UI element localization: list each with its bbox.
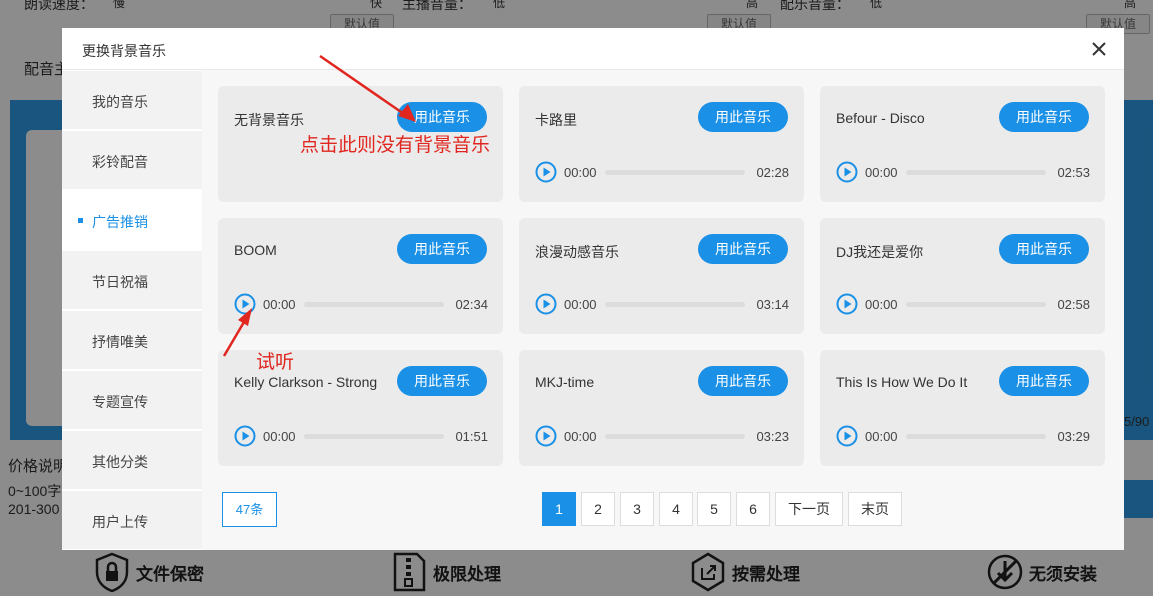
play-icon[interactable] (234, 293, 256, 315)
page-button-6[interactable]: 6 (736, 492, 770, 526)
page-button-4[interactable]: 4 (659, 492, 693, 526)
use-music-button[interactable]: 用此音乐 (397, 234, 487, 264)
sidebar-item-label: 彩铃配音 (92, 154, 148, 170)
track-title: BOOM (234, 242, 277, 258)
progress-bar[interactable] (906, 302, 1046, 307)
current-time: 00:00 (263, 429, 296, 444)
audio-player: 00:00 02:28 (535, 161, 789, 183)
sidebar-item-other[interactable]: 其他分类 (62, 431, 202, 489)
current-time: 00:00 (263, 297, 296, 312)
total-count: 47条 (222, 492, 277, 527)
progress-bar[interactable] (304, 434, 444, 439)
page-button-2[interactable]: 2 (581, 492, 615, 526)
track-title: DJ我还是爱你 (836, 244, 924, 260)
play-icon[interactable] (535, 425, 557, 447)
next-page-button[interactable]: 下一页 (775, 492, 843, 526)
use-music-button[interactable]: 用此音乐 (698, 366, 788, 396)
sidebar-item-label: 专题宣传 (92, 394, 148, 410)
progress-bar[interactable] (605, 434, 745, 439)
duration: 03:14 (756, 297, 789, 312)
play-icon[interactable] (535, 161, 557, 183)
audio-player: 00:00 02:53 (836, 161, 1090, 183)
use-music-button[interactable]: 用此音乐 (698, 102, 788, 132)
music-card: MKJ-time 用此音乐 00:00 03:23 (519, 350, 804, 466)
last-page-button[interactable]: 末页 (848, 492, 902, 526)
sidebar-item-label: 广告推销 (92, 214, 148, 230)
music-card: DJ我还是爱你 用此音乐 00:00 02:58 (820, 218, 1105, 334)
duration: 02:53 (1057, 165, 1090, 180)
active-indicator (78, 218, 83, 223)
duration: 02:34 (455, 297, 488, 312)
sidebar-item-lyrical[interactable]: 抒情唯美 (62, 311, 202, 369)
sidebar-item-label: 抒情唯美 (92, 334, 148, 350)
use-music-button[interactable]: 用此音乐 (999, 366, 1089, 396)
dialog-title: 更换背景音乐 (82, 43, 166, 59)
annotation-preview-note: 试听 (256, 351, 295, 373)
progress-bar[interactable] (906, 434, 1046, 439)
progress-bar[interactable] (605, 302, 745, 307)
current-time: 00:00 (564, 297, 597, 312)
use-music-button[interactable]: 用此音乐 (397, 102, 487, 132)
sidebar-item-my-music[interactable]: 我的音乐 (62, 71, 202, 129)
track-title: 浪漫动感音乐 (535, 244, 619, 260)
audio-player: 00:00 02:34 (234, 293, 488, 315)
audio-player: 00:00 03:29 (836, 425, 1090, 447)
use-music-button[interactable]: 用此音乐 (999, 234, 1089, 264)
audio-player: 00:00 03:23 (535, 425, 789, 447)
sidebar-item-label: 用户上传 (92, 514, 148, 530)
dialog-header: 更换背景音乐 (62, 28, 1124, 70)
page-button-5[interactable]: 5 (697, 492, 731, 526)
audio-player: 00:00 02:58 (836, 293, 1090, 315)
current-time: 00:00 (865, 297, 898, 312)
play-icon[interactable] (836, 293, 858, 315)
use-music-button[interactable]: 用此音乐 (999, 102, 1089, 132)
progress-bar[interactable] (304, 302, 444, 307)
sidebar-item-topic[interactable]: 专题宣传 (62, 371, 202, 429)
sidebar-item-upload[interactable]: 用户上传 (62, 491, 202, 549)
duration: 01:51 (455, 429, 488, 444)
page-button-3[interactable]: 3 (620, 492, 654, 526)
audio-player: 00:00 01:51 (234, 425, 488, 447)
duration: 03:29 (1057, 429, 1090, 444)
track-title: MKJ-time (535, 374, 595, 390)
change-bgm-dialog: 更换背景音乐 我的音乐 彩铃配音 广告推销 节日祝福 抒情唯美 专题宣传 其他分… (62, 28, 1124, 550)
track-title: Befour - Disco (836, 110, 925, 126)
sidebar-item-label: 其他分类 (92, 454, 148, 470)
track-title: This Is How We Do It (836, 374, 968, 390)
progress-bar[interactable] (605, 170, 745, 175)
duration: 02:58 (1057, 297, 1090, 312)
duration: 03:23 (756, 429, 789, 444)
use-music-button[interactable]: 用此音乐 (397, 366, 487, 396)
current-time: 00:00 (564, 165, 597, 180)
current-time: 00:00 (865, 165, 898, 180)
use-music-button[interactable]: 用此音乐 (698, 234, 788, 264)
music-card: This Is How We Do It 用此音乐 00:00 03:29 (820, 350, 1105, 466)
page-button-1[interactable]: 1 (542, 492, 576, 526)
music-card: 浪漫动感音乐 用此音乐 00:00 03:14 (519, 218, 804, 334)
current-time: 00:00 (564, 429, 597, 444)
sidebar-item-label: 我的音乐 (92, 94, 148, 110)
sidebar-item-advertising[interactable]: 广告推销 (62, 191, 202, 249)
current-time: 00:00 (865, 429, 898, 444)
track-title: 卡路里 (535, 112, 577, 128)
progress-bar[interactable] (906, 170, 1046, 175)
play-icon[interactable] (836, 161, 858, 183)
music-card: 卡路里 用此音乐 00:00 02:28 (519, 86, 804, 202)
sidebar-item-label: 节日祝福 (92, 274, 148, 290)
play-icon[interactable] (535, 293, 557, 315)
music-card: Befour - Disco 用此音乐 00:00 02:53 (820, 86, 1105, 202)
music-card: BOOM 用此音乐 00:00 02:34 (218, 218, 503, 334)
play-icon[interactable] (234, 425, 256, 447)
close-icon[interactable] (1088, 38, 1110, 60)
sidebar-item-holiday[interactable]: 节日祝福 (62, 251, 202, 309)
annotation-no-music-note: 点击此则没有背景音乐 (300, 134, 491, 156)
category-sidebar: 我的音乐 彩铃配音 广告推销 节日祝福 抒情唯美 专题宣传 其他分类 用户上传 (62, 70, 202, 550)
play-icon[interactable] (836, 425, 858, 447)
audio-player: 00:00 03:14 (535, 293, 789, 315)
track-title: Kelly Clarkson - Strong (234, 374, 378, 390)
duration: 02:28 (756, 165, 789, 180)
sidebar-item-ringtone[interactable]: 彩铃配音 (62, 131, 202, 189)
track-title: 无背景音乐 (234, 112, 304, 128)
